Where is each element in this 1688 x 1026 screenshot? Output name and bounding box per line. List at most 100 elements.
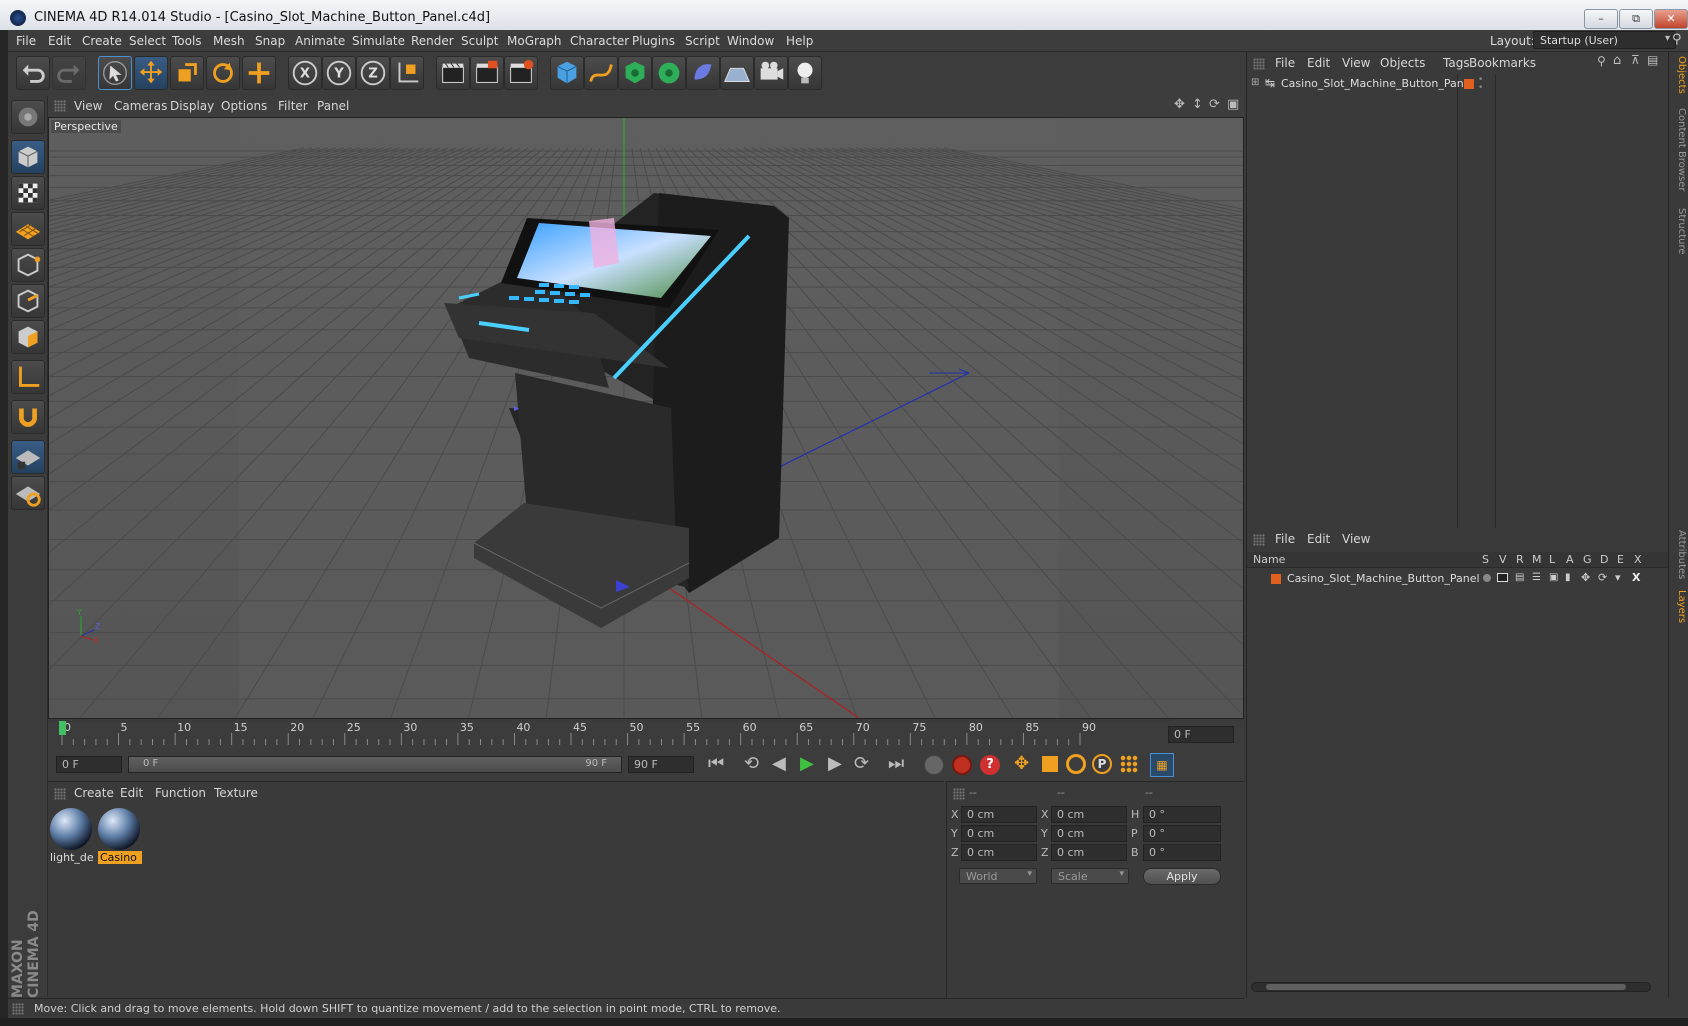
key-move-icon[interactable]: ✥ — [1014, 753, 1029, 774]
viewport-menu-panel[interactable]: Panel — [317, 99, 349, 113]
layer-col-flag[interactable]: E — [1617, 553, 1624, 566]
keyframe-help-icon[interactable]: ? — [980, 755, 1000, 775]
magnet-button[interactable] — [11, 400, 45, 434]
up-icon[interactable]: ⊼ — [1631, 53, 1640, 67]
record-keys-disabled-icon[interactable] — [924, 755, 944, 775]
position-y-field[interactable]: 0 cm — [961, 825, 1037, 842]
layer-color-swatch[interactable] — [1271, 574, 1281, 584]
points-mode-button[interactable] — [11, 248, 45, 282]
spline-button[interactable] — [584, 56, 618, 90]
animation-icon[interactable]: ▮ — [1565, 572, 1571, 583]
layer-col-flag[interactable]: V — [1499, 553, 1507, 566]
material-menu-create[interactable]: Create — [74, 786, 114, 800]
material-swatch-selected[interactable]: Casino — [98, 808, 142, 866]
view-visibility-icon[interactable] — [1497, 573, 1508, 582]
key-rotate-icon[interactable] — [1066, 754, 1086, 774]
material-menu-texture[interactable]: Texture — [214, 786, 258, 800]
viewport-menu-filter[interactable]: Filter — [278, 99, 308, 113]
maximize-button[interactable]: ⧉ — [1619, 9, 1653, 29]
make-editable-button[interactable] — [11, 100, 45, 134]
viewport-move-icon[interactable]: ✥ — [1174, 97, 1185, 112]
menu-help[interactable]: Help — [786, 34, 813, 48]
end-frame-field[interactable]: 90 F — [628, 756, 694, 773]
new-window-icon[interactable]: ▤ — [1647, 53, 1658, 67]
object-name[interactable]: Casino_Slot_Machine_Button_Panel — [1281, 77, 1474, 90]
timeline-ruler[interactable]: 0 5 10 15 20 25 30 35 40 45 50 55 60 65 70 75 80 85 90 0 F — [48, 721, 1244, 749]
menu-simulate[interactable]: Simulate — [352, 34, 405, 48]
coord-scale-select[interactable]: Scale ▾ — [1051, 868, 1129, 884]
coordinate-system-button[interactable] — [390, 56, 424, 90]
tab-structure[interactable]: Structure — [1671, 208, 1687, 255]
tab-layers[interactable]: Layers — [1671, 590, 1687, 623]
tab-objects[interactable]: Objects — [1671, 56, 1687, 94]
generators-icon[interactable]: ✥ — [1581, 571, 1590, 584]
cube-button[interactable] — [550, 56, 584, 90]
redo-button[interactable] — [52, 56, 86, 90]
menu-edit[interactable]: Edit — [48, 34, 71, 48]
menu-window[interactable]: Window — [727, 34, 774, 48]
solo-icon[interactable] — [1483, 574, 1491, 582]
coord-mode-select[interactable]: World ▾ — [959, 868, 1037, 884]
material-swatch[interactable]: light_de — [50, 808, 94, 866]
model-mode-button[interactable] — [11, 140, 45, 174]
render-picture-viewer-button[interactable] — [470, 56, 504, 90]
array-button[interactable] — [652, 56, 686, 90]
tab-attributes[interactable]: Attributes — [1671, 530, 1687, 579]
menu-character[interactable]: Character — [570, 34, 629, 48]
rotate-button[interactable] — [206, 56, 240, 90]
frame-range-slider[interactable]: 0 F 90 F — [128, 756, 622, 773]
menu-create[interactable]: Create — [82, 34, 122, 48]
layer-col-flag[interactable]: M — [1532, 553, 1542, 566]
axis-mode-button[interactable] — [11, 360, 45, 394]
layer-row[interactable]: Casino_Slot_Machine_Button_Panel ▤ ☰ ▣ ▮… — [1247, 570, 1669, 588]
move-button[interactable] — [134, 56, 168, 90]
viewport-menu-cameras[interactable]: Cameras — [114, 99, 167, 113]
undo-button[interactable] — [16, 56, 50, 90]
menu-script[interactable]: Script — [685, 34, 720, 48]
nurbs-button[interactable] — [618, 56, 652, 90]
play-icon[interactable]: ▶ — [800, 753, 814, 774]
floor-button[interactable] — [720, 56, 754, 90]
menu-snap[interactable]: Snap — [255, 34, 285, 48]
edges-mode-button[interactable] — [11, 284, 45, 318]
layer-col-flag[interactable]: S — [1482, 553, 1489, 566]
loop-forward-icon[interactable]: ⟳ — [854, 753, 869, 774]
size-y-field[interactable]: 0 cm — [1051, 825, 1127, 842]
menu-select[interactable]: Select — [129, 34, 166, 48]
layer-col-flag[interactable]: G — [1583, 553, 1592, 566]
go-to-end-icon[interactable]: ⏭ — [888, 753, 904, 774]
render-visibility-icon[interactable]: ▤ — [1515, 572, 1524, 583]
workplane-button[interactable] — [11, 212, 45, 246]
object-menu-file[interactable]: File — [1275, 56, 1295, 70]
menu-file[interactable]: File — [16, 34, 36, 48]
menu-mesh[interactable]: Mesh — [213, 34, 245, 48]
z-axis-button[interactable]: Z — [356, 56, 390, 90]
object-menu-tags[interactable]: Tags — [1443, 56, 1470, 70]
expressions-icon[interactable]: ▾ — [1615, 571, 1621, 584]
playhead-marker[interactable] — [59, 721, 66, 735]
render-view-button[interactable] — [436, 56, 470, 90]
start-frame-field[interactable]: 0 F — [56, 756, 122, 773]
horizontal-scrollbar[interactable] — [1251, 982, 1651, 992]
menu-tools[interactable]: Tools — [172, 34, 202, 48]
menu-animate[interactable]: Animate — [295, 34, 345, 48]
snap-grid-button[interactable] — [11, 440, 45, 474]
live-selection-button[interactable] — [98, 56, 132, 90]
current-frame-field[interactable]: 0 F — [1168, 726, 1234, 743]
timeline-window-icon[interactable]: ▦ — [1150, 753, 1174, 777]
camera-button[interactable] — [754, 56, 788, 90]
apply-button[interactable]: Apply — [1143, 868, 1221, 885]
key-param-icon[interactable]: P — [1092, 754, 1112, 774]
perspective-viewport[interactable]: Perspective Y Z X — [48, 117, 1244, 719]
layer-col-flag[interactable]: D — [1600, 553, 1608, 566]
lock-icon[interactable]: ▣ — [1549, 572, 1558, 583]
scale-button[interactable] — [170, 56, 204, 90]
close-button[interactable]: ✕ — [1654, 9, 1688, 29]
menu-sculpt[interactable]: Sculpt — [461, 34, 498, 48]
light-button[interactable] — [788, 56, 822, 90]
layer-menu-file[interactable]: File — [1275, 532, 1295, 546]
minimize-button[interactable]: – — [1584, 9, 1618, 29]
step-back-icon[interactable]: ◀ — [772, 753, 786, 774]
layer-col-flag[interactable]: X — [1634, 553, 1642, 566]
y-axis-button[interactable]: Y — [322, 56, 356, 90]
